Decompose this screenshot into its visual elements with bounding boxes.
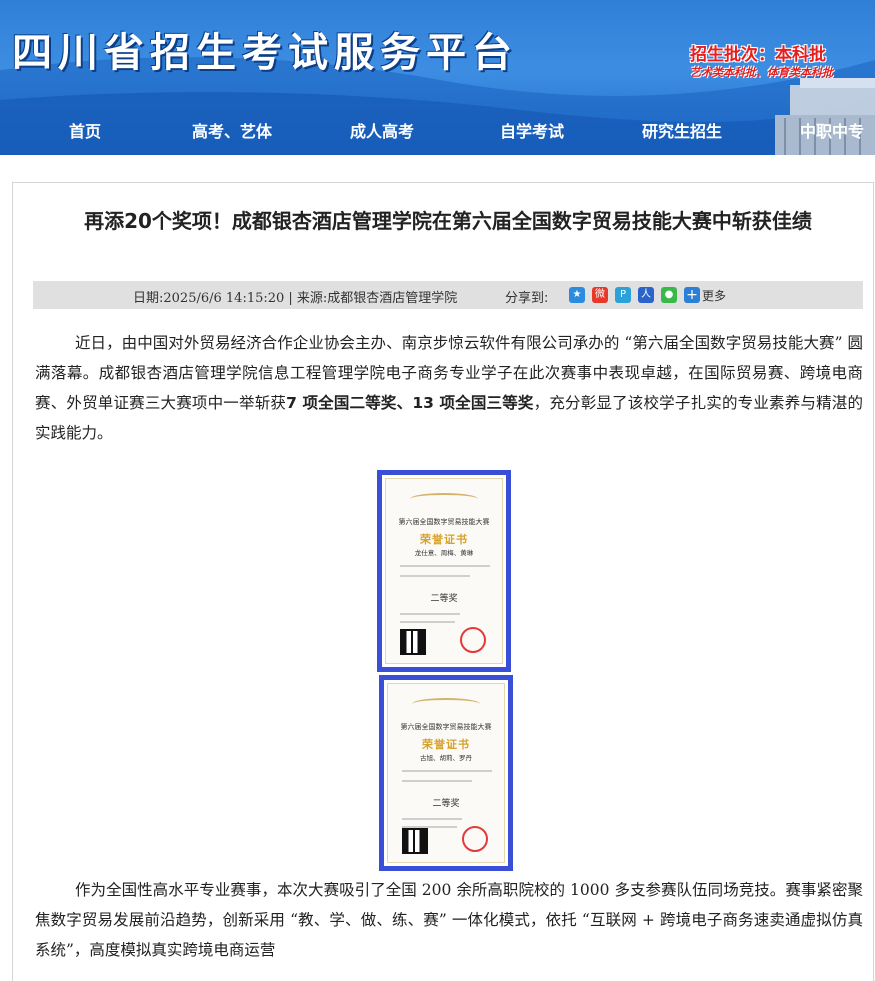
- certificate-title: 荣誉证书: [422, 738, 470, 751]
- qr-code-icon: [402, 828, 428, 854]
- certificate-ornament: [410, 493, 478, 505]
- qr-code-icon: [400, 629, 426, 655]
- certificate-title: 荣誉证书: [420, 533, 468, 546]
- nav-adult-exam[interactable]: 成人高考: [350, 118, 414, 142]
- certificate-text-line: [400, 565, 490, 567]
- nav-graduate-admission[interactable]: 研究生招生: [642, 118, 722, 142]
- certificate-text-line: [400, 621, 455, 623]
- article-paragraph-1: 近日，由中国对外贸易经济合作企业协会主办、南京步惊云软件有限公司承办的 “第六届…: [35, 328, 863, 448]
- nav-self-study-exam[interactable]: 自学考试: [500, 118, 564, 142]
- nav-gaokao-art-sports[interactable]: 高考、艺体: [192, 118, 272, 142]
- certificate-text-line: [402, 780, 472, 782]
- share-tencent-weibo-icon[interactable]: P: [615, 287, 631, 303]
- certificate-paper: 第六届全国数字贸易技能大赛 荣誉证书 古旭、胡莉、罗丹 二等奖: [387, 683, 505, 863]
- share-more-link[interactable]: 更多: [702, 287, 726, 304]
- certificate-names: 古旭、胡莉、罗丹: [420, 754, 472, 762]
- certificate-heading: 第六届全国数字贸易技能大赛: [400, 723, 492, 731]
- certificate-text-line: [402, 770, 492, 772]
- certificate-text-line: [400, 575, 470, 577]
- certificate-prize: 二等奖: [430, 594, 458, 604]
- article-title: 再添20个奖项！成都银杏酒店管理学院在第六届全国数字贸易技能大赛中斩获佳绩: [84, 209, 812, 233]
- nav-secondary-vocational[interactable]: 中职中专: [800, 118, 864, 142]
- paragraph-bold-text: 7 项全国二等奖、13 项全国三等奖: [286, 394, 534, 412]
- official-seal-icon: [460, 627, 486, 653]
- certificate-paper: 第六届全国数字贸易技能大赛 荣誉证书 龙仕意、周梅、黄琳 二等奖: [385, 478, 503, 664]
- share-wechat-icon[interactable]: ●: [661, 287, 677, 303]
- certificate-names: 龙仕意、周梅、黄琳: [414, 549, 474, 557]
- certificate-image-2[interactable]: 第六届全国数字贸易技能大赛 荣誉证书 古旭、胡莉、罗丹 二等奖: [379, 675, 513, 871]
- nav-home[interactable]: 首页: [69, 118, 101, 142]
- certificate-ornament: [412, 698, 480, 710]
- share-more-icon[interactable]: +: [684, 287, 700, 303]
- official-seal-icon: [462, 826, 488, 852]
- site-title: 四川省招生考试服务平台: [12, 29, 518, 76]
- share-renren-icon[interactable]: 人: [638, 287, 654, 303]
- share-weibo-icon[interactable]: 微: [592, 287, 608, 303]
- share-label: 分享到:: [505, 291, 549, 306]
- certificate-text-line: [400, 613, 460, 615]
- certificate-prize: 二等奖: [432, 799, 460, 809]
- admission-batch-banner[interactable]: 招生批次：本科批: [690, 40, 826, 65]
- article-date-source: 日期:2025/6/6 14:15:20 | 来源:成都银杏酒店管理学院: [133, 291, 458, 306]
- certificate-image-1[interactable]: 第六届全国数字贸易技能大赛 荣誉证书 龙仕意、周梅、黄琳 二等奖: [377, 470, 511, 672]
- certificate-heading: 第六届全国数字贸易技能大赛: [398, 518, 490, 526]
- article-paragraph-2: 作为全国性高水平专业赛事，本次大赛吸引了全国 200 余所高职院校的 1000 …: [35, 881, 863, 959]
- main-nav: 首页 高考、艺体 成人高考 自学考试 研究生招生 中职中专: [0, 108, 875, 148]
- certificate-text-line: [402, 818, 462, 820]
- article-container: 再添20个奖项！成都银杏酒店管理学院在第六届全国数字贸易技能大赛中斩获佳绩 日期…: [12, 182, 874, 981]
- admission-batch-subtext[interactable]: 艺术类本科批、体育类本科批: [690, 64, 833, 80]
- article-meta-bar: 日期:2025/6/6 14:15:20 | 来源:成都银杏酒店管理学院 分享到…: [33, 281, 863, 309]
- site-header: 四川省招生考试服务平台 招生批次：本科批 艺术类本科批、体育类本科批 首页 高考…: [0, 0, 875, 155]
- share-qzone-icon[interactable]: ★: [569, 287, 585, 303]
